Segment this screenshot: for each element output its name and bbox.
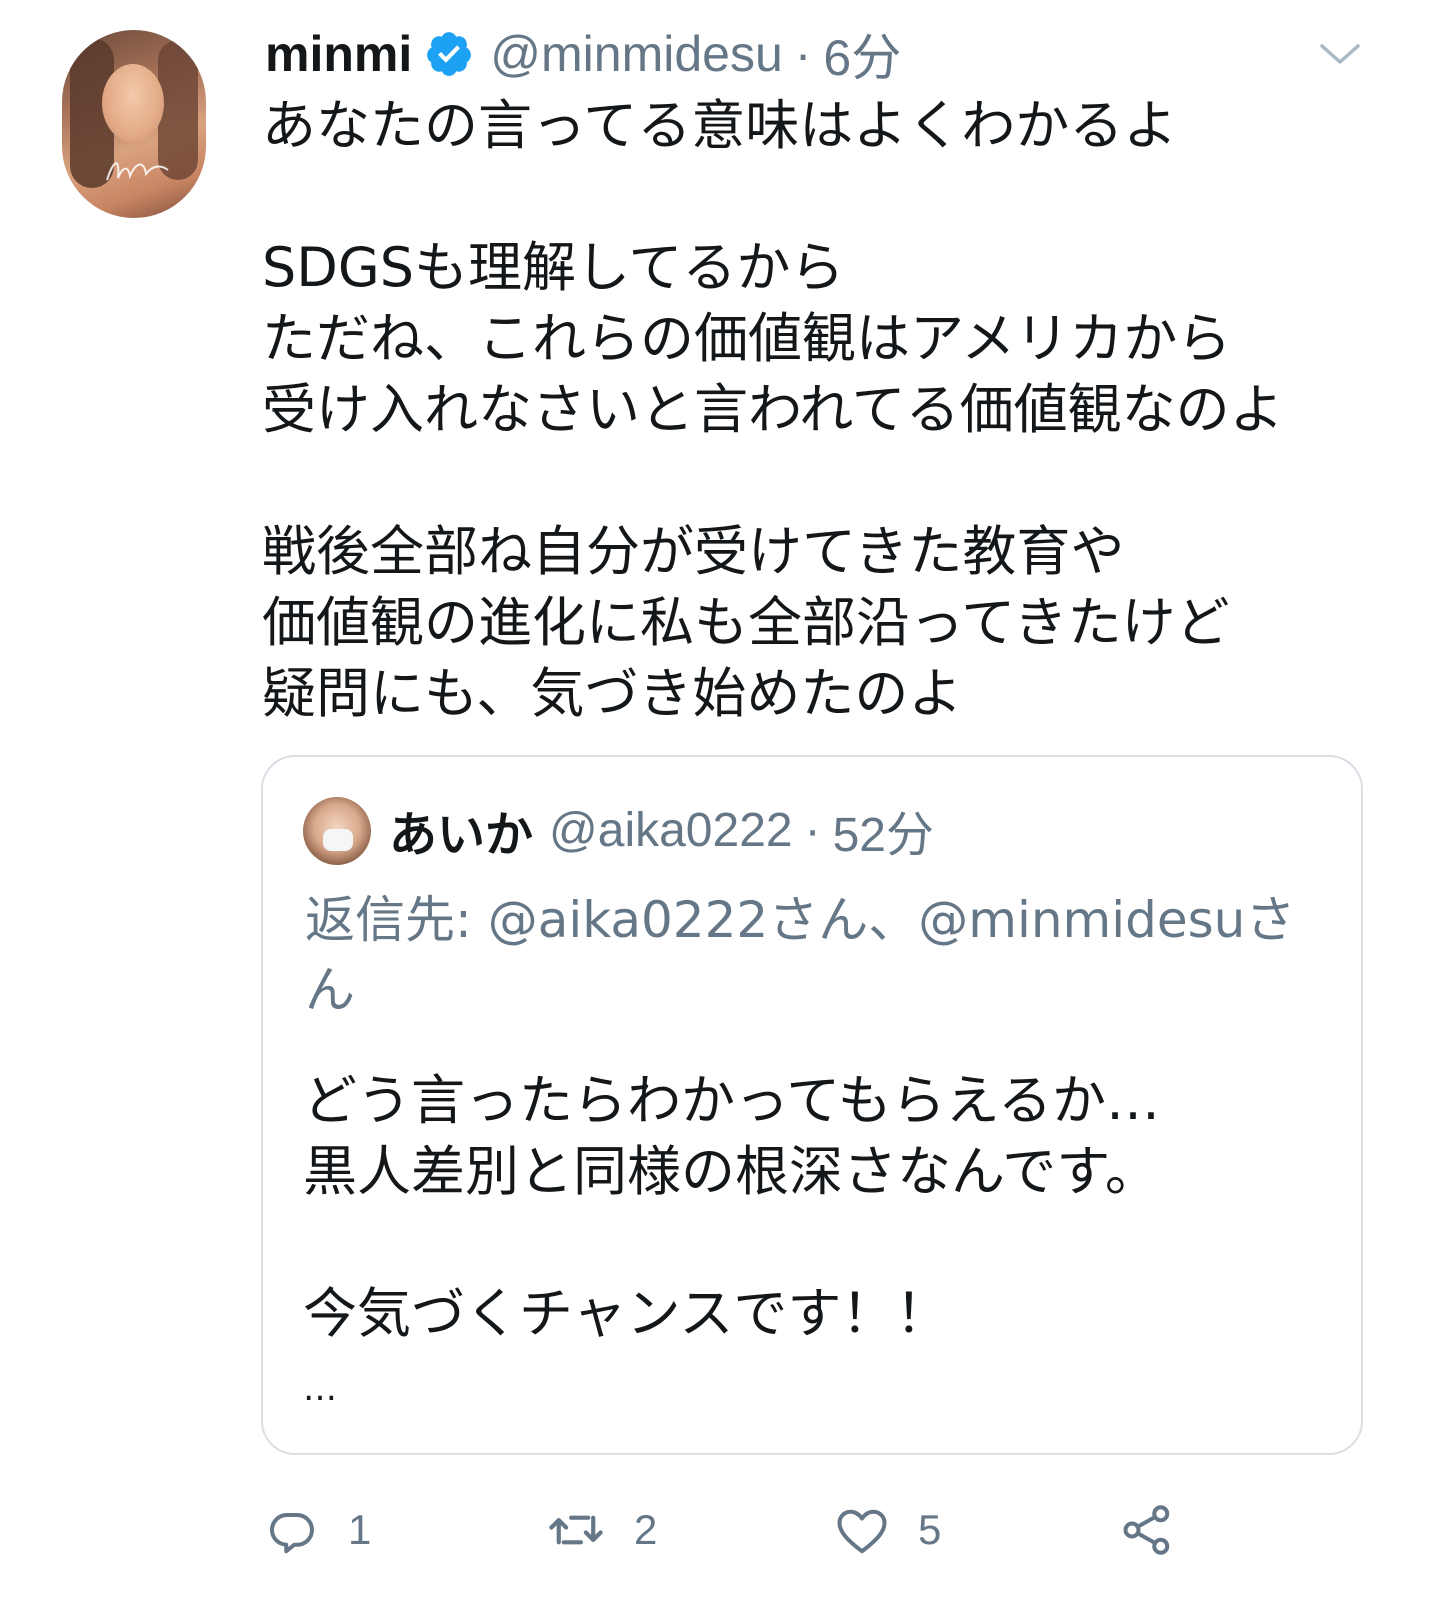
tweet-actions-bar: 1 2 5 [262, 1495, 1202, 1565]
author-display-name[interactable]: minmi [265, 25, 412, 83]
avatar-mask-shape [323, 829, 353, 851]
avatar-face [102, 64, 164, 142]
quoted-display-name: あいか [389, 807, 534, 863]
avatar-signature [106, 162, 169, 181]
share-icon [1123, 1505, 1170, 1555]
author-handle[interactable]: @minmidesu [490, 25, 783, 83]
quoted-tweet-header: あいか @aika0222 · 52分 [389, 795, 934, 865]
header-separator: · [794, 26, 812, 82]
chevron-down-icon[interactable] [1318, 40, 1362, 68]
like-button[interactable]: 5 [832, 1495, 941, 1565]
reply-button[interactable]: 1 [262, 1495, 371, 1565]
reply-to-label: 返信先: [305, 891, 488, 949]
tweet-header: minmi @minmidesu · 6分 [265, 22, 901, 86]
tweet-timestamp[interactable]: 6分 [823, 18, 901, 90]
verified-badge-icon [427, 32, 472, 76]
quoted-handle: @aika0222 [549, 803, 793, 857]
reply-icon [270, 1513, 314, 1554]
retweet-icon [549, 1515, 603, 1545]
reply-to-line: 返信先: @aika0222さん、@minmidesuさん [305, 885, 1335, 1025]
like-count: 5 [918, 1506, 942, 1553]
heart-icon [837, 1509, 887, 1554]
quoted-timestamp: 52分 [832, 809, 934, 862]
retweet-count: 2 [634, 1506, 658, 1553]
quoted-tweet-card[interactable]: あいか @aika0222 · 52分 返信先: @aika0222さん、@mi… [261, 755, 1363, 1455]
share-button[interactable] [1117, 1495, 1203, 1565]
author-avatar[interactable] [62, 30, 206, 218]
quoted-truncation-ellipsis: … [303, 1369, 337, 1409]
quoted-author-avatar [303, 797, 371, 865]
quoted-header-separator: · [804, 803, 821, 857]
reply-count: 1 [348, 1506, 372, 1553]
tweet-text: あなたの言ってる意味はよくわかるよ SDGSも理解してるから ただね、これらの価… [262, 94, 1284, 725]
retweet-button[interactable]: 2 [544, 1495, 657, 1565]
quoted-tweet-text: どう言ったらわかってもらえるか… 黒人差別と同様の根深さなんです。 今気づくチャ… [303, 1069, 1160, 1345]
tweet: minmi @minmidesu · 6分 あなたの言ってる意味はよくわかるよ … [0, 0, 1439, 1605]
